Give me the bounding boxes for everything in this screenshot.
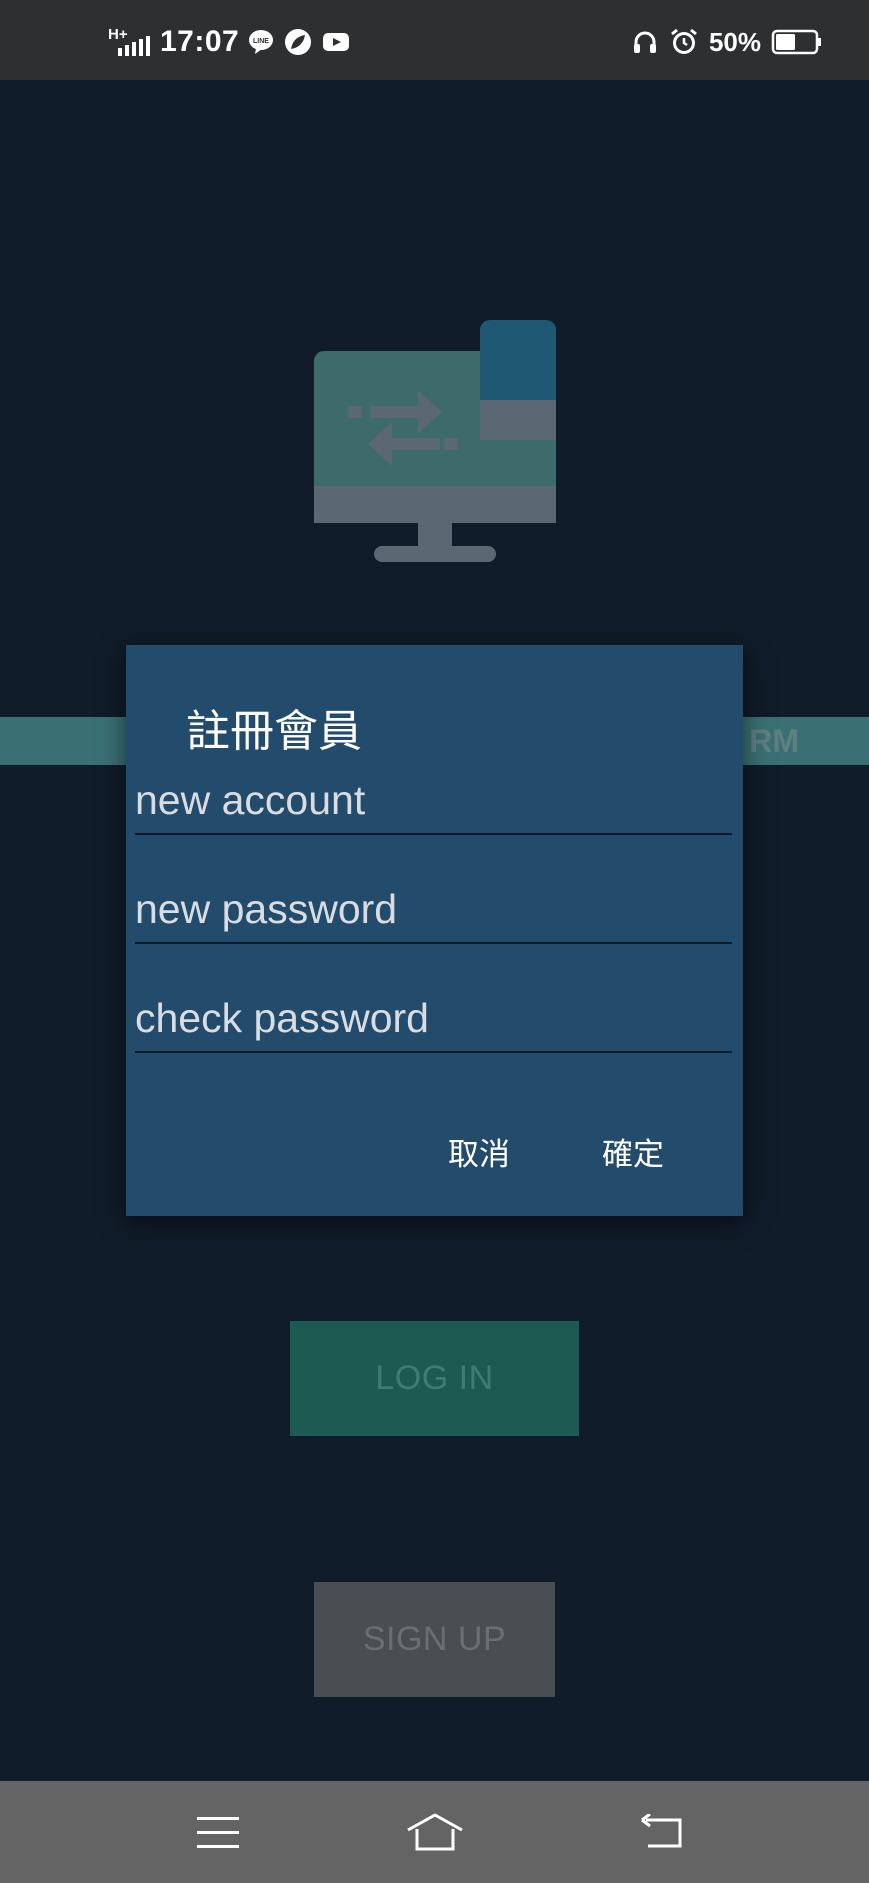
- register-dialog: 註冊會員 取消 確定: [126, 645, 743, 1216]
- signup-button[interactable]: SIGN UP: [314, 1582, 555, 1697]
- leaf-icon: [283, 27, 313, 57]
- svg-text:LINE: LINE: [253, 38, 269, 45]
- check-password-input[interactable]: [135, 985, 732, 1051]
- new-account-field: [135, 767, 732, 835]
- dialog-title: 註冊會員: [186, 706, 362, 757]
- system-nav-bar: [0, 1781, 869, 1883]
- headphones-icon: [631, 28, 659, 56]
- cancel-button[interactable]: 取消: [438, 1125, 520, 1185]
- menu-icon[interactable]: [188, 1807, 248, 1857]
- status-bar: H+ 17:07 LINE 50%: [0, 0, 869, 80]
- new-password-input[interactable]: [135, 876, 732, 942]
- confirm-button[interactable]: 確定: [592, 1125, 674, 1185]
- monitor-transfer-icon: [310, 318, 560, 568]
- youtube-icon: [321, 30, 351, 54]
- signal-icon: H+: [108, 25, 152, 59]
- status-bar-left: H+ 17:07 LINE: [108, 22, 351, 62]
- network-type-text: H+: [108, 26, 128, 43]
- battery-level-fill: [776, 34, 795, 50]
- check-password-field: [135, 985, 732, 1053]
- battery-icon: [771, 28, 823, 56]
- line-icon: LINE: [247, 28, 275, 56]
- clock-time: 17:07: [160, 25, 240, 58]
- battery-percent: 50%: [708, 26, 761, 57]
- login-button[interactable]: LOG IN: [290, 1321, 579, 1436]
- new-password-field: [135, 876, 732, 944]
- banner-text: RM: [749, 723, 799, 759]
- status-bar-right: 50%: [631, 22, 823, 62]
- home-icon[interactable]: [405, 1807, 465, 1857]
- back-icon[interactable]: [633, 1807, 693, 1857]
- alarm-icon: [669, 27, 699, 57]
- new-account-input[interactable]: [135, 767, 732, 833]
